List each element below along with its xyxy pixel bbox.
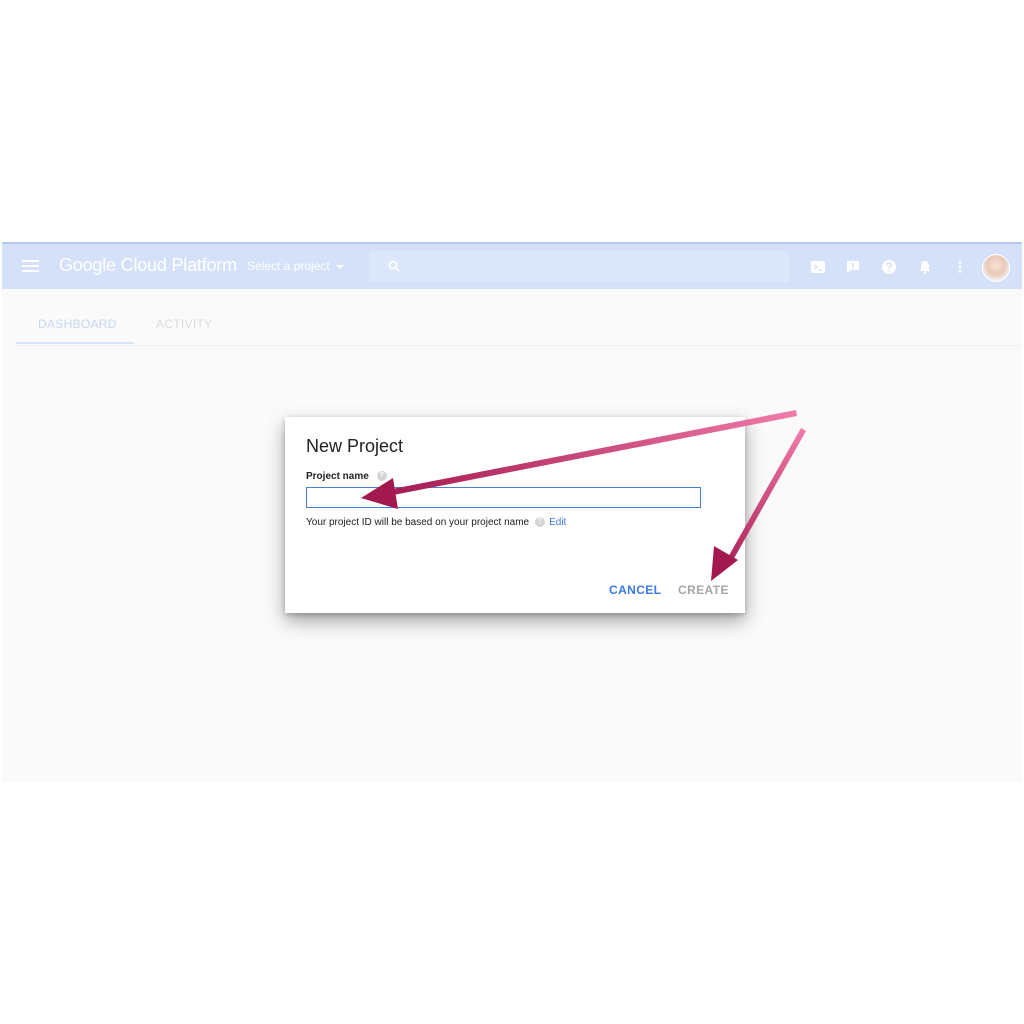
tab-dashboard[interactable]: DASHBOARD [38,317,117,331]
app-bar: Google Cloud Platform Select a project [2,242,1022,289]
product-title: Google Cloud Platform [59,255,237,275]
help-icon[interactable] [880,258,898,276]
new-project-dialog: New Project Project name? Your project I… [285,417,745,613]
caret-down-icon [335,264,344,269]
tab-activity[interactable]: ACTIVITY [156,317,212,331]
project-id-hint: Your project ID will be based on your pr… [306,517,566,528]
dialog-title: New Project [306,436,404,456]
search-input[interactable] [369,251,789,282]
project-name-label: Project name? [306,471,387,482]
cloud-shell-icon[interactable] [809,258,827,276]
project-selector[interactable]: Select a project [247,259,344,273]
project-name-label-text: Project name [306,471,369,482]
feedback-icon[interactable] [844,258,862,276]
tab-bar: DASHBOARD ACTIVITY [16,289,1022,346]
edit-link[interactable]: Edit [549,517,566,528]
search-icon[interactable] [388,260,400,272]
project-selector-label: Select a project [247,259,330,273]
notifications-icon[interactable] [916,258,934,276]
menu-icon[interactable] [22,260,39,272]
more-vert-icon[interactable] [951,258,969,276]
active-tab-indicator [16,342,134,344]
avatar[interactable] [982,254,1010,282]
help-icon[interactable]: ? [376,471,387,482]
create-button[interactable]: CREATE [678,583,729,597]
project-name-input[interactable] [306,487,701,508]
cancel-button[interactable]: CANCEL [609,583,661,597]
project-id-hint-text: Your project ID will be based on your pr… [306,517,530,528]
help-icon[interactable]: ? [535,517,546,528]
